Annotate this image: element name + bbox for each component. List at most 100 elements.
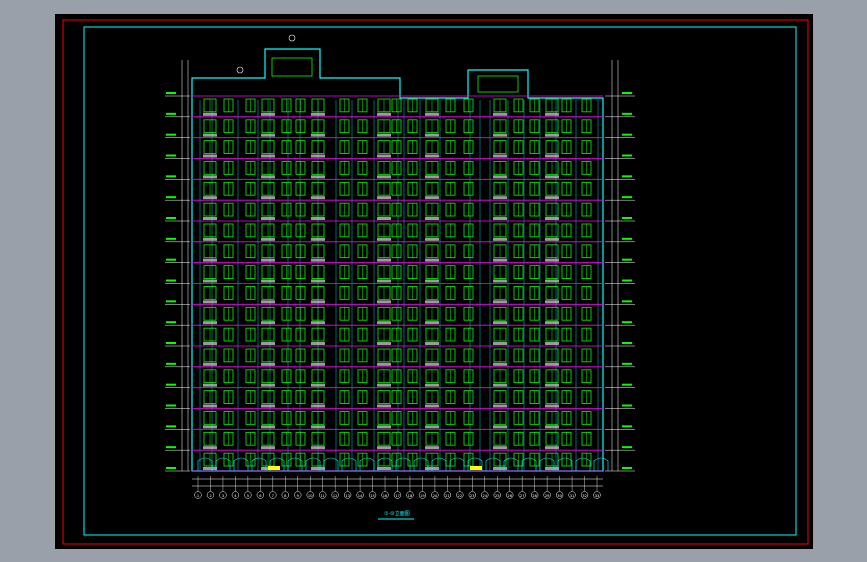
- balcony-rail: [545, 237, 559, 241]
- balcony-rail: [203, 112, 217, 116]
- level-tag-right: [622, 383, 632, 386]
- balcony-rail: [261, 404, 275, 408]
- level-tag-right: [622, 321, 632, 324]
- grid-axis-label: 22: [458, 494, 463, 498]
- level-tag-right: [622, 362, 632, 365]
- level-tag-right: [622, 154, 632, 157]
- entrance-marker: [470, 466, 482, 470]
- balcony-rail: [493, 112, 507, 116]
- grid-axis-label: 26: [507, 494, 512, 498]
- level-tag-left: [166, 362, 176, 365]
- balcony-rail: [203, 154, 217, 158]
- balcony-rail: [261, 258, 275, 262]
- balcony-rail: [493, 404, 507, 408]
- level-tag-left: [166, 92, 176, 94]
- grid-axis-label: 30: [557, 494, 562, 498]
- balcony-rail: [545, 404, 559, 408]
- level-tag-right: [622, 425, 632, 428]
- balcony-rail: [545, 362, 559, 366]
- balcony-rail: [493, 342, 507, 345]
- grid-axis-label: 20: [433, 494, 438, 498]
- balcony-rail: [425, 279, 439, 283]
- balcony-rail: [545, 321, 559, 325]
- level-tag-left: [166, 112, 176, 115]
- balcony-rail: [425, 237, 439, 241]
- balcony-rail: [425, 258, 439, 262]
- balcony-rail: [493, 446, 507, 450]
- balcony-rail: [261, 217, 275, 220]
- grid-axis-label: 2: [209, 494, 211, 498]
- balcony-rail: [545, 258, 559, 262]
- balcony-rail: [425, 196, 439, 200]
- balcony-rail: [425, 300, 439, 304]
- balcony-rail: [261, 279, 275, 283]
- balcony-rail: [311, 300, 325, 304]
- balcony-rail: [425, 383, 439, 387]
- level-tag-left: [166, 425, 176, 428]
- balcony-rail: [311, 237, 325, 241]
- grid-axis-label: 12: [333, 494, 338, 498]
- balcony-rail: [261, 133, 275, 137]
- balcony-rail: [425, 446, 439, 450]
- balcony-rail: [425, 362, 439, 366]
- level-tag-left: [166, 196, 176, 199]
- balcony-rail: [545, 300, 559, 304]
- balcony-rail: [203, 446, 217, 450]
- balcony-rail: [261, 321, 275, 325]
- level-tag-left: [166, 321, 176, 324]
- balcony-rail: [311, 362, 325, 366]
- level-tag-left: [166, 467, 176, 469]
- level-tag-right: [622, 446, 632, 449]
- balcony-rail: [377, 279, 391, 283]
- grid-axis-label: 29: [545, 494, 550, 498]
- cad-drawing-canvas[interactable]: 1 2 3 4 5 6 7 8 9 10 11 12 13 14 15 16 17 18 19 20 21 22 23 24 2…: [0, 0, 867, 562]
- balcony-rail: [203, 196, 217, 200]
- balcony-rail: [545, 383, 559, 387]
- balcony-rail: [261, 342, 275, 345]
- balcony-rail: [377, 342, 391, 345]
- level-tag-right: [622, 300, 632, 303]
- grid-axis-label: 14: [358, 494, 363, 498]
- balcony-rail: [425, 342, 439, 345]
- balcony-rail: [545, 175, 559, 179]
- balcony-rail: [377, 237, 391, 241]
- balcony-rail: [377, 217, 391, 220]
- balcony-rail: [377, 425, 391, 429]
- grid-axis-label: 32: [582, 494, 587, 498]
- balcony-rail: [261, 425, 275, 429]
- level-tag-left: [166, 300, 176, 303]
- balcony-rail: [203, 237, 217, 241]
- balcony-rail: [377, 196, 391, 200]
- balcony-rail: [261, 112, 275, 116]
- balcony-rail: [261, 362, 275, 366]
- balcony-rail: [311, 279, 325, 283]
- balcony-rail: [311, 467, 325, 470]
- balcony-rail: [377, 154, 391, 158]
- balcony-rail: [261, 383, 275, 387]
- balcony-rail: [311, 154, 325, 158]
- balcony-rail: [203, 279, 217, 283]
- grid-axis-label: 25: [495, 494, 500, 498]
- grid-axis-label: 11: [320, 494, 325, 498]
- grid-axis-label: 7: [272, 494, 274, 498]
- balcony-rail: [493, 175, 507, 179]
- balcony-rail: [493, 258, 507, 262]
- grid-axis-label: 21: [445, 494, 450, 498]
- level-tag-right: [622, 342, 632, 344]
- balcony-rail: [311, 217, 325, 220]
- level-tag-right: [622, 196, 632, 199]
- level-tag-right: [622, 92, 632, 94]
- level-tag-right: [622, 279, 632, 282]
- balcony-rail: [261, 446, 275, 450]
- balcony-rail: [493, 300, 507, 304]
- balcony-rail: [377, 446, 391, 450]
- balcony-rail: [377, 133, 391, 137]
- level-tag-left: [166, 383, 176, 386]
- balcony-rail: [545, 154, 559, 158]
- balcony-rail: [425, 404, 439, 408]
- balcony-rail: [311, 175, 325, 179]
- balcony-rail: [261, 175, 275, 179]
- balcony-rail: [493, 425, 507, 429]
- balcony-rail: [203, 321, 217, 325]
- grid-axis-label: 31: [570, 494, 575, 498]
